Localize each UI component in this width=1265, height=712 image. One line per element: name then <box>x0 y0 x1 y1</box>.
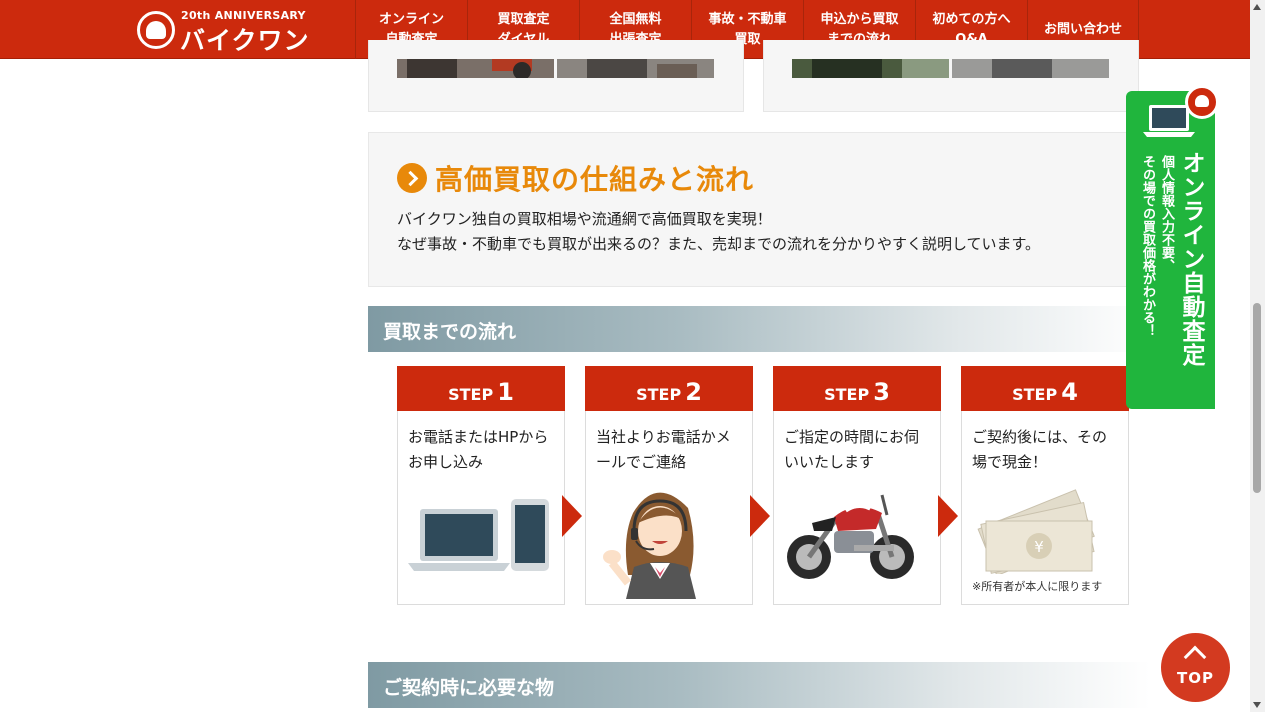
step-number: 2 <box>685 378 702 406</box>
step-card-1: STEP 1 お電話またはHPからお申し込み <box>397 366 565 605</box>
pricing-info-box: 高価買取の仕組みと流れ バイクワン独自の買取相場や流通網で高価買取を実現！ なぜ… <box>368 132 1138 287</box>
step-card-4: STEP 4 ご契約後には、その場で現金！ ¥ ※所有者が本人に限ります <box>961 366 1129 605</box>
info-title: 高価買取の仕組みと流れ <box>435 163 755 196</box>
scrollbar-thumb[interactable] <box>1253 303 1261 493</box>
step-label: STEP <box>824 385 870 404</box>
step-arrow-icon <box>938 495 958 537</box>
step-header: STEP 3 <box>773 366 941 411</box>
motorcycle-icon <box>787 494 914 579</box>
info-heading[interactable]: 高価買取の仕組みと流れ <box>397 158 754 198</box>
side-tab-title: オンライン自動査定 <box>1178 151 1204 367</box>
step-card-3: STEP 3 ご指定の時間にお伺いいたします <box>773 366 941 605</box>
step-header: STEP 2 <box>585 366 753 411</box>
step-number: 1 <box>497 378 514 406</box>
step-description: お電話またはHPからお申し込み <box>408 428 549 471</box>
back-to-top-label: TOP <box>1177 669 1214 687</box>
card-photo <box>397 59 554 78</box>
flow-section-header: 買取までの流れ <box>368 306 1150 352</box>
side-tab-subtitle: 個人情報入力不要、 その場での買取価格がわかる！ <box>1140 155 1174 337</box>
required-items-header: ご契約時に必要な物 <box>368 662 1150 708</box>
info-line-1: バイクワン独自の買取相場や流通網で高価買取を実現！ <box>397 210 772 228</box>
step-label: STEP <box>1012 385 1058 404</box>
step-number: 3 <box>873 378 890 406</box>
step-label: STEP <box>448 385 494 404</box>
step-header: STEP 4 <box>961 366 1129 411</box>
laptop-phone-icon <box>408 499 549 571</box>
step-description: 当社よりお電話かメールでご連絡 <box>596 428 731 471</box>
card-photo <box>792 59 949 78</box>
helmet-badge-icon <box>1185 85 1219 119</box>
cash-icon: ¥ <box>977 489 1095 574</box>
scroll-up-icon[interactable] <box>1253 4 1261 10</box>
flow-section-title: 買取までの流れ <box>383 321 517 343</box>
step-note: ※所有者が本人に限ります <box>972 580 1103 593</box>
step-number: 4 <box>1061 378 1078 406</box>
vertical-scrollbar[interactable] <box>1250 0 1265 712</box>
info-line-2: なぜ事故・不動車でも買取が出来るの？また、売却までの流れを分かりやすく説明してい… <box>397 235 1041 253</box>
logo-helmet-icon <box>137 11 175 49</box>
step-card-2: STEP 2 当社よりお電話かメールでご連絡 <box>585 366 753 605</box>
operator-icon <box>603 492 696 599</box>
card-photo <box>557 59 714 78</box>
chevron-right-icon <box>397 163 427 193</box>
card-photo <box>952 59 1109 78</box>
online-appraisal-side-tab[interactable]: オンライン自動査定 個人情報入力不要、 その場での買取価格がわかる！ <box>1126 85 1219 409</box>
required-items-title: ご契約時に必要な物 <box>383 677 555 699</box>
site-logo[interactable]: 20th ANNIVERSARY バイクワン <box>137 9 312 55</box>
step-arrow-icon <box>750 495 770 537</box>
step-header: STEP 1 <box>397 366 565 411</box>
logo-name: バイクワン <box>180 26 310 55</box>
info-description: バイクワン独自の買取相場や流通網で高価買取を実現！ なぜ事故・不動車でも買取が出… <box>397 207 1040 257</box>
chevron-up-icon <box>1183 645 1207 669</box>
back-to-top-button[interactable]: TOP <box>1161 633 1230 702</box>
scroll-down-icon[interactable] <box>1253 702 1261 708</box>
step-description: ご契約後には、その場で現金！ <box>972 428 1108 471</box>
svg-text:¥: ¥ <box>1034 538 1044 556</box>
step-description: ご指定の時間にお伺いいたします <box>784 428 920 471</box>
step-label: STEP <box>636 385 682 404</box>
step-arrow-icon <box>562 495 582 537</box>
